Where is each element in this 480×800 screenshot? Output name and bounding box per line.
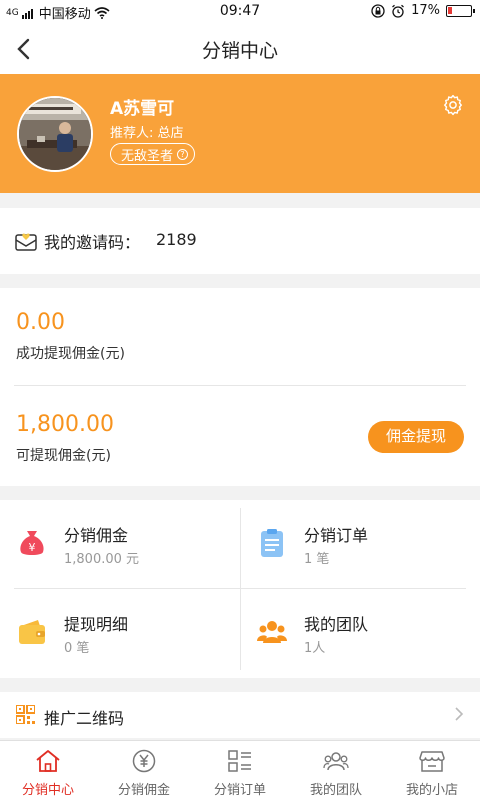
battery-fill: [448, 6, 452, 14]
tab-label: 分销中心: [21, 783, 74, 798]
status-right: 17%: [371, 3, 475, 18]
grid-item-value: 0 笔: [64, 641, 90, 656]
settings-gear-icon[interactable]: [442, 94, 464, 116]
commission-summary: 0.00 成功提现佣金(元) 1,800.00 可提现佣金(元) 佣金提现: [0, 288, 480, 486]
profile-header: A苏雪可 推荐人: 总店 无敌圣者 ?: [0, 74, 480, 193]
invite-code-row: 我的邀请码： 2189: [0, 208, 480, 274]
grid-item-title: 分销佣金: [64, 526, 129, 545]
tab-label: 我的小店: [405, 783, 458, 798]
status-bar: 4G 中国移动 09:47 17%: [0, 0, 480, 24]
stats-grid: ¥ 分销佣金 1,800.00 元 分销订单 1 笔 提现明细 0 笔 我的团队…: [0, 500, 480, 678]
yen-icon: [132, 749, 156, 773]
promo-qr-row[interactable]: 推广二维码: [0, 692, 480, 738]
lock-rotation-icon: [371, 3, 385, 18]
help-icon: ?: [177, 148, 189, 160]
grid-item-orders[interactable]: 分销订单 1 笔: [240, 500, 480, 589]
tab-label: 我的团队: [309, 783, 362, 798]
qr-code-icon: [16, 705, 35, 724]
battery-icon: [446, 4, 475, 17]
invite-code-label: 我的邀请码：: [44, 233, 141, 252]
battery-percent: 17%: [411, 3, 440, 18]
wallet-icon: [19, 620, 45, 644]
tab-distribution-center[interactable]: 分销中心: [0, 741, 96, 800]
grid-item-value: 1,800.00 元: [64, 552, 140, 567]
referrer-text: 推荐人: 总店: [110, 126, 184, 141]
chevron-right-icon: [455, 707, 464, 721]
alarm-icon: [392, 4, 405, 18]
withdrawn-label: 成功提现佣金(元): [16, 346, 125, 362]
available-label: 可提现佣金(元): [16, 448, 111, 464]
home-icon: [36, 750, 60, 772]
level-badge[interactable]: 无敌圣者 ?: [110, 143, 196, 165]
shop-icon: [419, 751, 445, 772]
grid-item-title: 提现明细: [64, 615, 129, 634]
tab-my-shop[interactable]: 我的小店: [384, 741, 480, 800]
money-bag-icon: ¥: [20, 531, 44, 555]
grid-item-value: 1人: [304, 641, 326, 656]
level-badge-label: 无敌圣者: [121, 148, 174, 164]
grid-item-commission[interactable]: ¥ 分销佣金 1,800.00 元: [0, 500, 240, 589]
grid-item-value: 1 笔: [304, 552, 330, 567]
tab-team[interactable]: 我的团队: [288, 741, 384, 800]
page-title: 分销中心: [201, 40, 278, 62]
bottom-tab-bar: 分销中心 分销佣金 分销订单 我的团队 我的小店: [0, 740, 480, 800]
profile-name: A苏雪可: [110, 99, 175, 119]
grid-divider-vertical: [240, 508, 241, 670]
team-icon: [257, 621, 287, 643]
tab-label: 分销订单: [213, 783, 266, 798]
tab-commission[interactable]: 分销佣金: [96, 741, 192, 800]
nav-bar: 分销中心: [0, 24, 480, 74]
avatar[interactable]: [17, 96, 93, 172]
grid-item-withdraw-details[interactable]: 提现明细 0 笔: [0, 589, 240, 678]
withdrawn-amount: 0.00: [16, 310, 65, 335]
avatar-photo: [19, 98, 91, 170]
grid-item-title: 我的团队: [304, 615, 369, 634]
grid-item-team[interactable]: 我的团队 1人: [240, 589, 480, 678]
invite-code-value[interactable]: 2189: [156, 230, 197, 249]
promo-qr-label: 推广二维码: [44, 709, 125, 728]
users-icon: [323, 752, 349, 771]
available-amount: 1,800.00: [16, 412, 114, 437]
divider: [14, 385, 466, 386]
tab-label: 分销佣金: [117, 783, 170, 798]
invite-envelope-icon: [15, 233, 37, 251]
grid-item-title: 分销订单: [304, 526, 369, 545]
grid-divider-horizontal: [14, 588, 466, 589]
clipboard-icon: [261, 529, 283, 557]
tab-orders[interactable]: 分销订单: [192, 741, 288, 800]
svg-text:¥: ¥: [29, 541, 36, 554]
list-icon: [228, 750, 251, 772]
withdraw-commission-button[interactable]: 佣金提现: [368, 421, 464, 453]
